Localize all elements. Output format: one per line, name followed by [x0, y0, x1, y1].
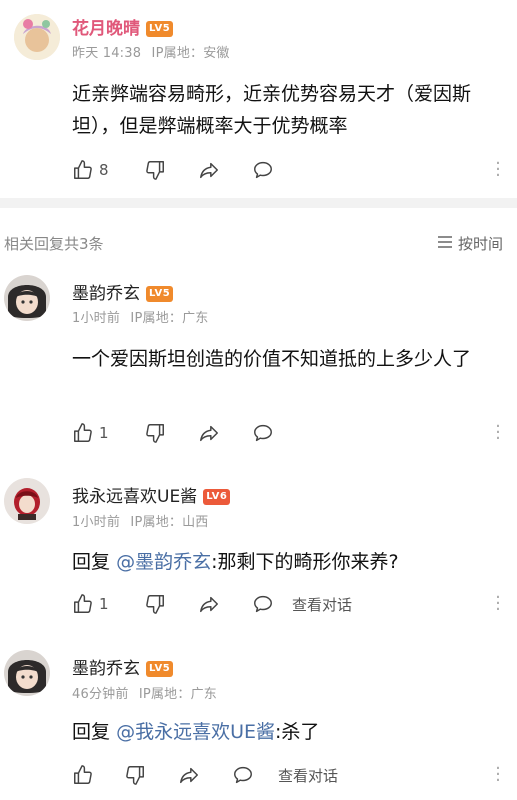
share-button[interactable] [198, 422, 252, 444]
level-badge: LV5 [146, 286, 174, 302]
section-divider [0, 198, 517, 208]
ip-location: 广东 [182, 311, 209, 326]
share-button[interactable] [198, 593, 252, 615]
share-button[interactable] [198, 159, 252, 181]
comment-icon [252, 422, 274, 444]
username[interactable]: 墨韵乔玄 LV5 [72, 279, 174, 304]
share-icon [198, 593, 220, 615]
like-button[interactable]: 1 [72, 593, 144, 615]
ip-label: IP属地： [130, 311, 183, 326]
more-icon[interactable]: · · · [494, 589, 502, 619]
comment-content: 一个爱因斯坦创造的价值不知道抵的上多少人了 [72, 348, 472, 370]
view-dialog-link[interactable]: 查看对话 [278, 765, 338, 786]
comment-icon [252, 159, 274, 181]
like-icon [72, 422, 94, 444]
share-icon [198, 422, 220, 444]
like-count: 8 [99, 161, 109, 179]
dislike-button[interactable] [144, 422, 198, 444]
ip-location: 安徽 [203, 46, 230, 61]
comment-meta: 昨天 14:38 IP属地：安徽 [72, 42, 230, 61]
avatar[interactable] [14, 14, 60, 60]
sort-button[interactable]: 按时间 [437, 233, 503, 254]
avatar[interactable] [4, 650, 50, 696]
replies-count: 相关回复共3条 [4, 235, 104, 253]
comment-content: 回复 @墨韵乔玄:那剩下的畸形你来养? [72, 546, 502, 578]
level-badge: LV6 [203, 489, 231, 505]
like-count: 1 [99, 424, 109, 442]
like-count: 1 [99, 595, 109, 613]
username-text[interactable]: 墨韵乔玄 [72, 284, 140, 304]
ip-label: IP属地： [138, 687, 191, 702]
dislike-icon [124, 764, 146, 786]
avatar[interactable] [4, 478, 50, 524]
sort-icon [437, 235, 453, 253]
username-text[interactable]: 花月晚晴 [72, 19, 140, 39]
ip-label: IP属地： [130, 515, 183, 530]
username-text[interactable]: 我永远喜欢UE酱 [72, 487, 197, 507]
reply-text: :那剩下的畸形你来养? [211, 551, 399, 573]
ip-location: 广东 [190, 687, 217, 702]
comment-actions: 1 查看对话 · · · [72, 589, 502, 619]
comment-meta: 1小时前 IP属地：广东 [72, 307, 209, 326]
more-icon[interactable]: · · · [494, 155, 502, 185]
mention-link[interactable]: @墨韵乔玄 [116, 551, 211, 573]
comment-actions: 查看对话 · · · [72, 760, 502, 790]
reply-button[interactable] [252, 159, 274, 181]
timestamp: 46分钟前 [72, 687, 129, 702]
comment-meta: 1小时前 IP属地：山西 [72, 511, 209, 530]
comment-meta: 46分钟前 IP属地：广东 [72, 683, 217, 702]
avatar[interactable] [4, 275, 50, 321]
comment-actions: 8 · · · [72, 155, 502, 185]
view-dialog-link[interactable]: 查看对话 [292, 594, 352, 615]
comment-icon [252, 593, 274, 615]
comment-actions: 1 · · · [72, 418, 502, 448]
username[interactable]: 花月晚晴 LV5 [72, 14, 174, 39]
dislike-icon [144, 159, 166, 181]
timestamp: 昨天 14:38 [72, 46, 142, 61]
reply-prefix: 回复 [72, 551, 111, 573]
dislike-icon [144, 593, 166, 615]
share-icon [178, 764, 200, 786]
like-icon [72, 764, 94, 786]
ip-label: IP属地： [151, 46, 204, 61]
dislike-button[interactable] [124, 764, 178, 786]
sort-label: 按时间 [457, 235, 503, 253]
level-badge: LV5 [146, 661, 174, 677]
more-icon[interactable]: · · · [494, 418, 502, 448]
like-button[interactable]: 1 [72, 422, 144, 444]
reply-button[interactable] [232, 764, 278, 786]
like-button[interactable] [72, 764, 124, 786]
reply-button[interactable] [252, 593, 292, 615]
ip-location: 山西 [182, 515, 209, 530]
dislike-button[interactable] [144, 593, 198, 615]
like-button[interactable]: 8 [72, 159, 144, 181]
comment-content: 回复 @我永远喜欢UE酱:杀了 [72, 716, 502, 748]
like-icon [72, 593, 94, 615]
more-icon[interactable]: · · · [494, 760, 502, 790]
reply-text: :杀了 [274, 721, 320, 743]
reply-button[interactable] [252, 422, 274, 444]
reply-prefix: 回复 [72, 721, 111, 743]
mention-link[interactable]: @我永远喜欢UE酱 [116, 721, 275, 743]
level-badge: LV5 [146, 21, 174, 37]
comment-content: 近亲弊端容易畸形，近亲优势容易天才（爱因斯坦），但是弊端概率大于优势概率 [72, 83, 472, 137]
share-icon [198, 159, 220, 181]
dislike-icon [144, 422, 166, 444]
like-icon [72, 159, 94, 181]
timestamp: 1小时前 [72, 515, 121, 530]
username[interactable]: 我永远喜欢UE酱 LV6 [72, 482, 231, 507]
dislike-button[interactable] [144, 159, 198, 181]
username-text[interactable]: 墨韵乔玄 [72, 659, 140, 679]
comment-icon [232, 764, 254, 786]
username[interactable]: 墨韵乔玄 LV5 [72, 654, 174, 679]
share-button[interactable] [178, 764, 232, 786]
timestamp: 1小时前 [72, 311, 121, 326]
